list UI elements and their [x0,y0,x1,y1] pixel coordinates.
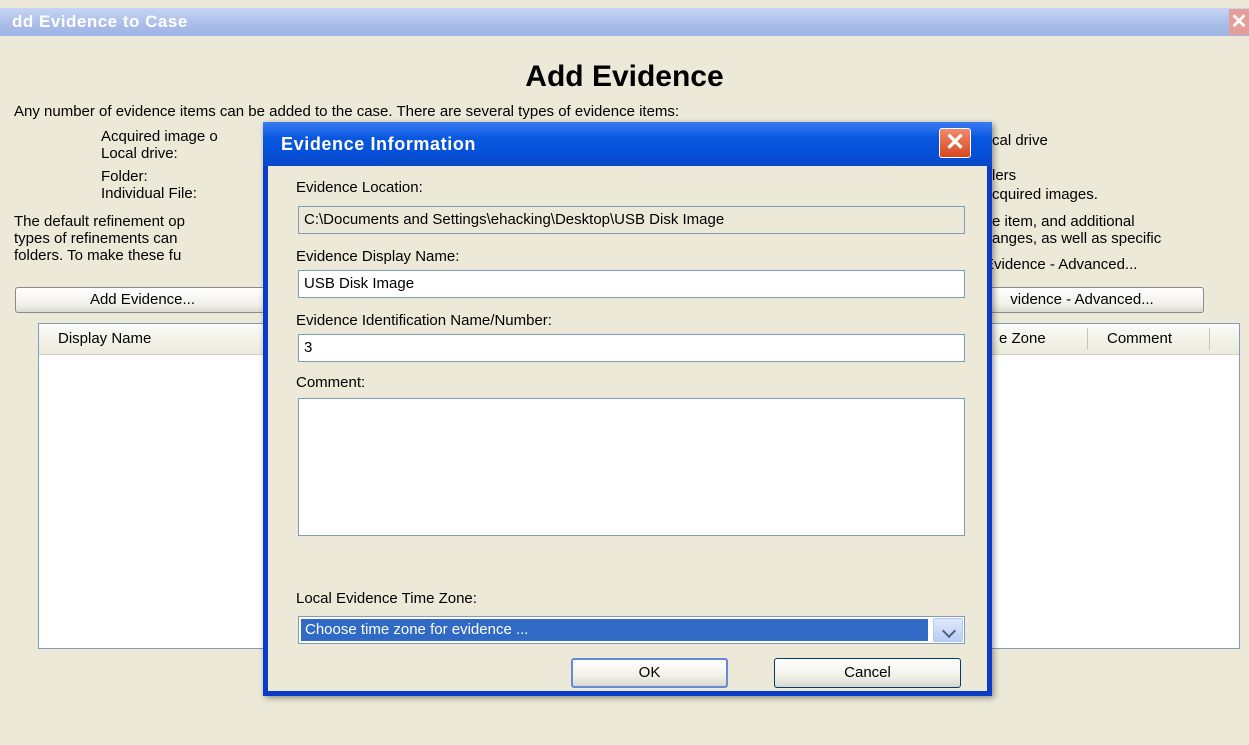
identification-label: Evidence Identification Name/Number: [296,312,552,329]
column-comment[interactable]: Comment [1107,330,1172,347]
type-description: cal drive [992,132,1048,149]
type-label: Folder: [101,168,148,185]
type-description: lers [992,167,1017,184]
column-separator[interactable] [1209,328,1210,350]
close-icon[interactable]: ✕ [939,128,971,158]
window-close-icon[interactable]: ✕ [1229,9,1249,35]
evidence-information-dialog: Evidence Information ✕ Evidence Location… [263,122,992,696]
add-evidence-window: dd Evidence to Case ✕ Add Evidence Any n… [0,0,1249,745]
column-display-name[interactable]: Display Name [58,330,151,347]
page-heading: Add Evidence [525,60,724,93]
evidence-location-field[interactable]: C:\Documents and Settings\ehacking\Deskt… [298,206,965,234]
time-zone-selected-value: Choose time zone for evidence ... [301,619,928,641]
column-time-zone[interactable]: e Zone [999,330,1046,347]
refinement-text: Evidence - Advanced... [984,256,1138,273]
display-name-field[interactable]: USB Disk Image [298,270,965,298]
dialog-body: Evidence Location: C:\Documents and Sett… [268,166,987,691]
column-separator[interactable] [1087,328,1088,350]
add-evidence-button[interactable]: Add Evidence... [15,287,270,313]
window-title: dd Evidence to Case [12,12,188,31]
time-zone-select[interactable]: Choose time zone for evidence ... [298,616,965,644]
add-evidence-advanced-button[interactable]: vidence - Advanced... [960,287,1204,313]
type-description: cquired images. [992,186,1098,203]
cancel-button[interactable]: Cancel [774,658,961,688]
ok-button[interactable]: OK [571,658,728,688]
dialog-title-bar[interactable]: Evidence Information ✕ [263,122,992,166]
intro-text: Any number of evidence items can be adde… [14,103,680,120]
type-label: Local drive: [101,145,178,162]
type-label: Individual File: [101,185,197,202]
display-name-label: Evidence Display Name: [296,248,460,265]
window-title-bar[interactable]: dd Evidence to Case ✕ [0,8,1249,36]
type-label: Acquired image o [101,128,218,145]
evidence-location-label: Evidence Location: [296,179,423,196]
comment-label: Comment: [296,374,366,391]
chevron-down-icon [941,623,957,639]
refinement-text: The default refinement op [14,213,185,230]
dropdown-button[interactable] [933,618,963,642]
time-zone-label: Local Evidence Time Zone: [296,590,477,607]
refinement-text: anges, as well as specific [992,230,1162,247]
dialog-title: Evidence Information [281,134,477,154]
comment-textarea[interactable] [298,398,965,536]
refinement-text: types of refinements can [14,230,178,247]
refinement-text: e item, and additional [992,213,1135,230]
identification-field[interactable]: 3 [298,334,965,362]
refinement-text: folders. To make these fu [14,247,182,264]
